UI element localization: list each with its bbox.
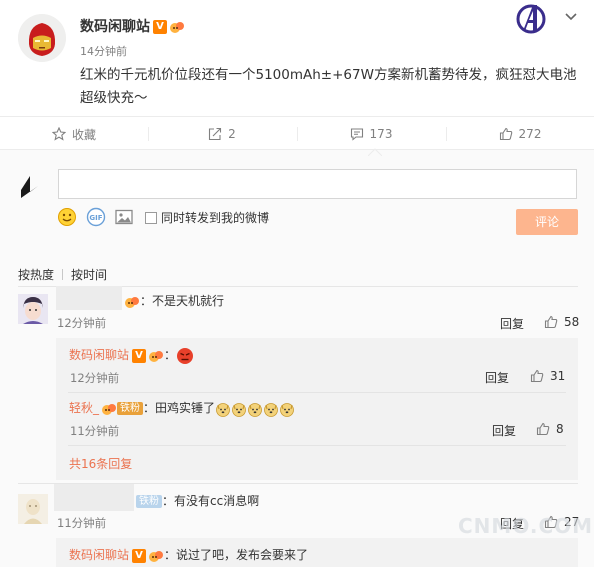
reply-button[interactable]: 回复 (492, 422, 516, 439)
sub-reply-author[interactable]: 数码闲聊站 (69, 348, 129, 362)
doge-emoji-icon (216, 402, 230, 417)
comment-text: ：有没有cc消息啊 (162, 494, 260, 508)
tab-sort-hot[interactable]: 按热度 (18, 266, 54, 283)
comment-text: ：不是天机就行 (140, 294, 225, 308)
post-author[interactable]: 数码闲聊站 V (80, 16, 185, 36)
comment-icon (350, 128, 363, 141)
comment-count: 173 (369, 127, 393, 141)
chevron-down-icon[interactable] (563, 9, 579, 25)
fan-badge-icon (125, 296, 139, 308)
repost-checkbox[interactable] (145, 211, 157, 224)
sub-reply-time[interactable]: 12分钟前 (70, 370, 119, 386)
comment-like-count: 58 (564, 315, 580, 329)
repost-icon (209, 127, 222, 141)
commenter-avatar[interactable] (18, 494, 48, 524)
sub-reply-time[interactable]: 11分钟前 (70, 423, 119, 439)
comment-time[interactable]: 12分钟前 (57, 315, 106, 331)
repost-button[interactable]: 2 (148, 117, 296, 151)
angry-face-emoji-icon (177, 347, 194, 364)
commenter-avatar[interactable] (18, 294, 48, 324)
repost-count: 2 (228, 127, 236, 141)
divider (68, 392, 566, 393)
more-replies-link[interactable]: 共16条回复 (69, 455, 132, 472)
post-time[interactable]: 14分钟前 (80, 43, 127, 59)
thumbs-up-icon (544, 315, 558, 329)
thumbs-up-icon (499, 127, 512, 141)
sub-reply-like-button[interactable]: 31 (530, 369, 565, 383)
like-button[interactable]: 272 (446, 117, 594, 151)
thumbs-up-icon (530, 369, 544, 383)
repost-option[interactable]: 同时转发到我的微博 (145, 209, 269, 226)
verified-badge-icon: V (132, 348, 147, 363)
favorite-label: 收藏 (71, 127, 96, 142)
doge-emoji-icon (248, 402, 262, 417)
sub-reply-author[interactable]: 轻秋_ (69, 401, 99, 415)
like-count: 272 (518, 127, 542, 141)
iron-fan-badge: 铁粉 (136, 495, 162, 508)
doge-emoji-icon (264, 402, 278, 417)
doge-emoji-icon (280, 402, 294, 417)
panel-pointer-icon (368, 148, 382, 156)
favorite-button[interactable]: 收藏 (0, 117, 148, 151)
repost-option-label: 同时转发到我的微博 (161, 211, 270, 225)
comment-time[interactable]: 11分钟前 (57, 515, 106, 531)
svg-text:GIF: GIF (89, 214, 102, 222)
post-text: 红米的千元机价位段还有一个5100mAh±+67W方案新机蓄势待发，疯狂怼大电池… (80, 67, 577, 106)
comment-button[interactable]: 173 (297, 117, 445, 151)
sub-reply-text: ： (164, 348, 177, 362)
sub-reply: 轻秋_ 铁粉 ：田鸡实锤了 (69, 399, 295, 417)
sub-reply-text: ：田鸡实锤了 (143, 401, 216, 415)
divider (62, 269, 64, 280)
fan-badge-icon (149, 350, 164, 362)
comment-like-button[interactable]: 58 (544, 315, 579, 329)
avengers-logo-icon[interactable] (514, 2, 548, 36)
verified-badge-icon: V (132, 548, 147, 563)
author-avatar[interactable] (18, 14, 66, 62)
fan-badge-icon (102, 403, 117, 415)
current-user-avatar[interactable] (18, 170, 48, 200)
sub-reply-like-button[interactable]: 8 (536, 422, 564, 436)
reply-button[interactable]: 回复 (485, 369, 509, 386)
comment-body: ：不是天机就行 (122, 292, 224, 309)
sub-reply-author[interactable]: 数码闲聊站 (69, 548, 129, 562)
emoji-icon[interactable] (57, 207, 77, 227)
gif-icon[interactable]: GIF (86, 207, 106, 227)
reply-button[interactable]: 回复 (500, 315, 524, 332)
submit-comment-button[interactable]: 评论 (516, 209, 578, 235)
verified-badge-icon: V (153, 20, 167, 34)
fan-badge-icon (170, 22, 184, 33)
comment-input[interactable] (58, 169, 577, 199)
fan-badge-icon (149, 550, 164, 562)
commenter-name[interactable] (54, 484, 134, 511)
sort-tabs: 按热度 按时间 (18, 266, 107, 283)
sub-reply-like-count: 31 (550, 369, 566, 383)
doge-emoji-icon (232, 402, 246, 417)
image-icon[interactable] (114, 207, 134, 227)
sub-reply-text: ：说过了吧，发布会要来了 (164, 548, 309, 562)
commenter-name[interactable] (56, 286, 122, 310)
sub-reply: 数码闲聊站 V ： (69, 346, 194, 365)
watermark: CNMO.COM (458, 514, 594, 538)
post-action-bar: 收藏 2 173 272 (0, 116, 594, 150)
sub-reply: 数码闲聊站 V ：说过了吧，发布会要来了 (69, 546, 308, 563)
divider (68, 445, 566, 446)
author-name[interactable]: 数码闲聊站 (80, 19, 150, 35)
sub-reply-like-count: 8 (556, 422, 564, 436)
star-icon (51, 127, 66, 141)
tab-sort-time[interactable]: 按时间 (71, 266, 107, 283)
thumbs-up-icon (536, 422, 550, 436)
comment-body: 铁粉 ：有没有cc消息啊 (136, 492, 259, 509)
iron-fan-badge: 铁粉 (117, 402, 144, 415)
